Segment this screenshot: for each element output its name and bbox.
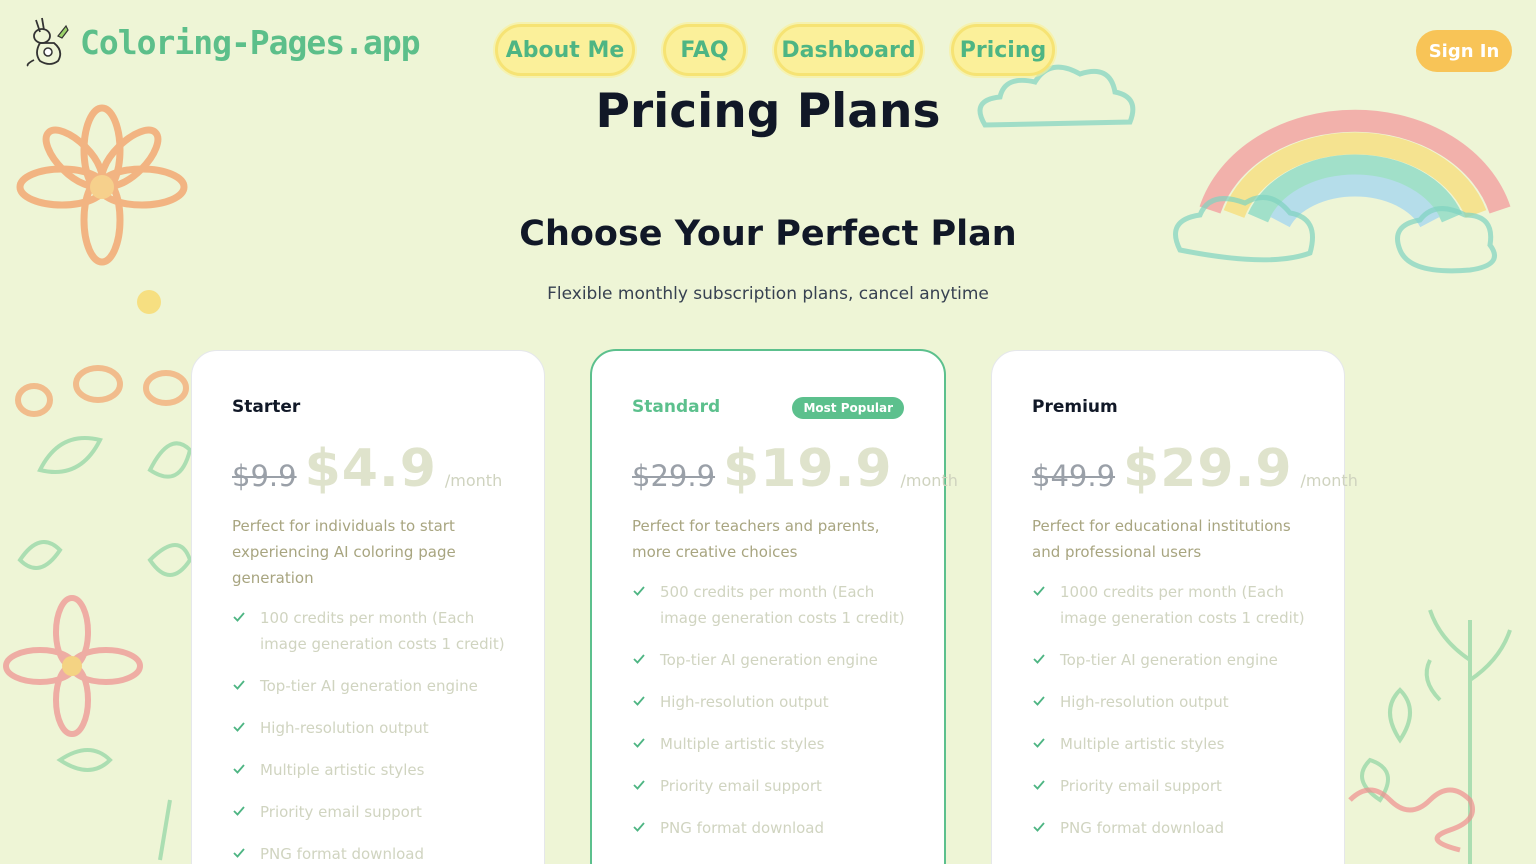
check-icon: [233, 680, 245, 690]
kangaroo-icon: [26, 17, 69, 67]
current-price: $19.9: [723, 439, 893, 499]
feature-item: Priority email support: [632, 773, 944, 799]
feature-text: Multiple artistic styles: [660, 735, 825, 753]
feature-item: Multiple artistic styles: [632, 731, 944, 757]
plan-description: Perfect for educational institutions and…: [1032, 517, 1291, 561]
page-title: Pricing Plans: [595, 84, 941, 139]
check-icon: [233, 806, 245, 816]
plan-description: Perfect for individuals to start experie…: [232, 517, 456, 587]
check-icon: [233, 612, 245, 622]
feature-item: Multiple artistic styles: [1032, 731, 1344, 757]
feature-text: PNG format download: [1060, 819, 1225, 837]
plan-card-starter: Starter $9.9 $4.9 /month Perfect for ind…: [191, 350, 545, 864]
check-icon: [633, 822, 645, 832]
plan-description: Perfect for teachers and parents, more c…: [632, 517, 880, 561]
feature-text: 1000 credits per month (Each image gener…: [1060, 583, 1305, 627]
logo-text: Coloring-Pages.app: [80, 22, 421, 62]
feature-item: Priority email support: [1032, 773, 1344, 799]
plan-name: Premium: [1032, 397, 1118, 417]
feature-text: High-resolution output: [1060, 693, 1229, 711]
feature-text: High-resolution output: [660, 693, 829, 711]
feature-item: Priority email support: [232, 799, 544, 825]
feature-list: 100 credits per month (Each image genera…: [232, 605, 544, 864]
feature-text: Priority email support: [1060, 777, 1222, 795]
plan-name: Starter: [232, 397, 301, 417]
squiggle-icon: [1348, 787, 1475, 853]
old-price: $29.9: [632, 459, 716, 493]
check-icon: [233, 848, 245, 858]
nav-pricing[interactable]: Pricing: [951, 24, 1055, 76]
check-icon: [633, 780, 645, 790]
feature-text: Top-tier AI generation engine: [260, 677, 478, 695]
feature-item: 100 credits per month (Each image genera…: [232, 605, 544, 657]
check-icon: [633, 696, 645, 706]
feature-item: High-resolution output: [632, 689, 944, 715]
feature-item: Top-tier AI generation engine: [232, 673, 544, 699]
check-icon: [633, 586, 645, 596]
price-period: /month: [444, 471, 503, 490]
current-price: $4.9: [304, 439, 437, 499]
flower-icon: [3, 595, 143, 737]
feature-text: Priority email support: [660, 777, 822, 795]
feature-list: 500 credits per month (Each image genera…: [632, 579, 944, 841]
logo[interactable]: Coloring-Pages.app: [26, 16, 421, 68]
feature-item: PNG format download: [632, 815, 944, 841]
check-icon: [233, 722, 245, 732]
check-icon: [1033, 586, 1045, 596]
section-title: Choose Your Perfect Plan: [519, 214, 1017, 254]
feature-text: 500 credits per month (Each image genera…: [660, 583, 905, 627]
check-icon: [1033, 822, 1045, 832]
most-popular-badge: Most Popular: [792, 397, 904, 419]
nav-dashboard[interactable]: Dashboard: [774, 24, 923, 76]
plan-card-standard: Standard Most Popular $29.9 $19.9 /month…: [590, 349, 958, 864]
feature-item: PNG format download: [232, 841, 544, 864]
price-period: /month: [1300, 471, 1358, 490]
check-icon: [1033, 696, 1045, 706]
feature-text: High-resolution output: [260, 719, 429, 737]
feature-text: Multiple artistic styles: [260, 761, 425, 779]
feature-text: Multiple artistic styles: [1060, 735, 1225, 753]
current-price: $29.9: [1123, 439, 1293, 499]
feature-item: Top-tier AI generation engine: [1032, 647, 1344, 673]
check-icon: [1033, 738, 1045, 748]
feature-list: 1000 credits per month (Each image gener…: [1032, 579, 1344, 841]
feature-item: Multiple artistic styles: [232, 757, 544, 783]
feature-item: Top-tier AI generation engine: [632, 647, 944, 673]
feature-item: 1000 credits per month (Each image gener…: [1032, 579, 1344, 631]
check-icon: [1033, 780, 1045, 790]
leaf-icon: [1360, 609, 1512, 864]
check-icon: [633, 654, 645, 664]
price-row: $29.9 $19.9 /month: [632, 439, 958, 503]
price-period: /month: [900, 471, 958, 490]
check-icon: [233, 764, 245, 774]
plan-card-premium: Premium $49.9 $29.9 /month Perfect for e…: [991, 350, 1358, 864]
old-price: $49.9: [1032, 459, 1116, 493]
old-price: $9.9: [232, 459, 297, 493]
feature-text: Priority email support: [260, 803, 422, 821]
section-subtitle: Flexible monthly subscription plans, can…: [547, 284, 989, 304]
feature-item: High-resolution output: [1032, 689, 1344, 715]
price-row: $9.9 $4.9 /month: [232, 439, 544, 503]
feature-text: PNG format download: [660, 819, 825, 837]
nav-about-me[interactable]: About Me: [495, 24, 635, 76]
check-icon: [1033, 654, 1045, 664]
price-row: $49.9 $29.9 /month: [1032, 439, 1358, 503]
leaf-icon: [17, 436, 193, 861]
feature-text: 100 credits per month (Each image genera…: [260, 609, 505, 653]
feature-item: High-resolution output: [232, 715, 544, 741]
check-icon: [633, 738, 645, 748]
nav-faq[interactable]: FAQ: [663, 24, 746, 76]
loop-icon: [15, 365, 189, 417]
feature-item: PNG format download: [1032, 815, 1344, 841]
feature-text: Top-tier AI generation engine: [660, 651, 878, 669]
feature-text: Top-tier AI generation engine: [1060, 651, 1278, 669]
sign-in-button[interactable]: Sign In: [1416, 30, 1512, 72]
feature-item: 500 credits per month (Each image genera…: [632, 579, 944, 631]
feature-text: PNG format download: [260, 845, 425, 863]
